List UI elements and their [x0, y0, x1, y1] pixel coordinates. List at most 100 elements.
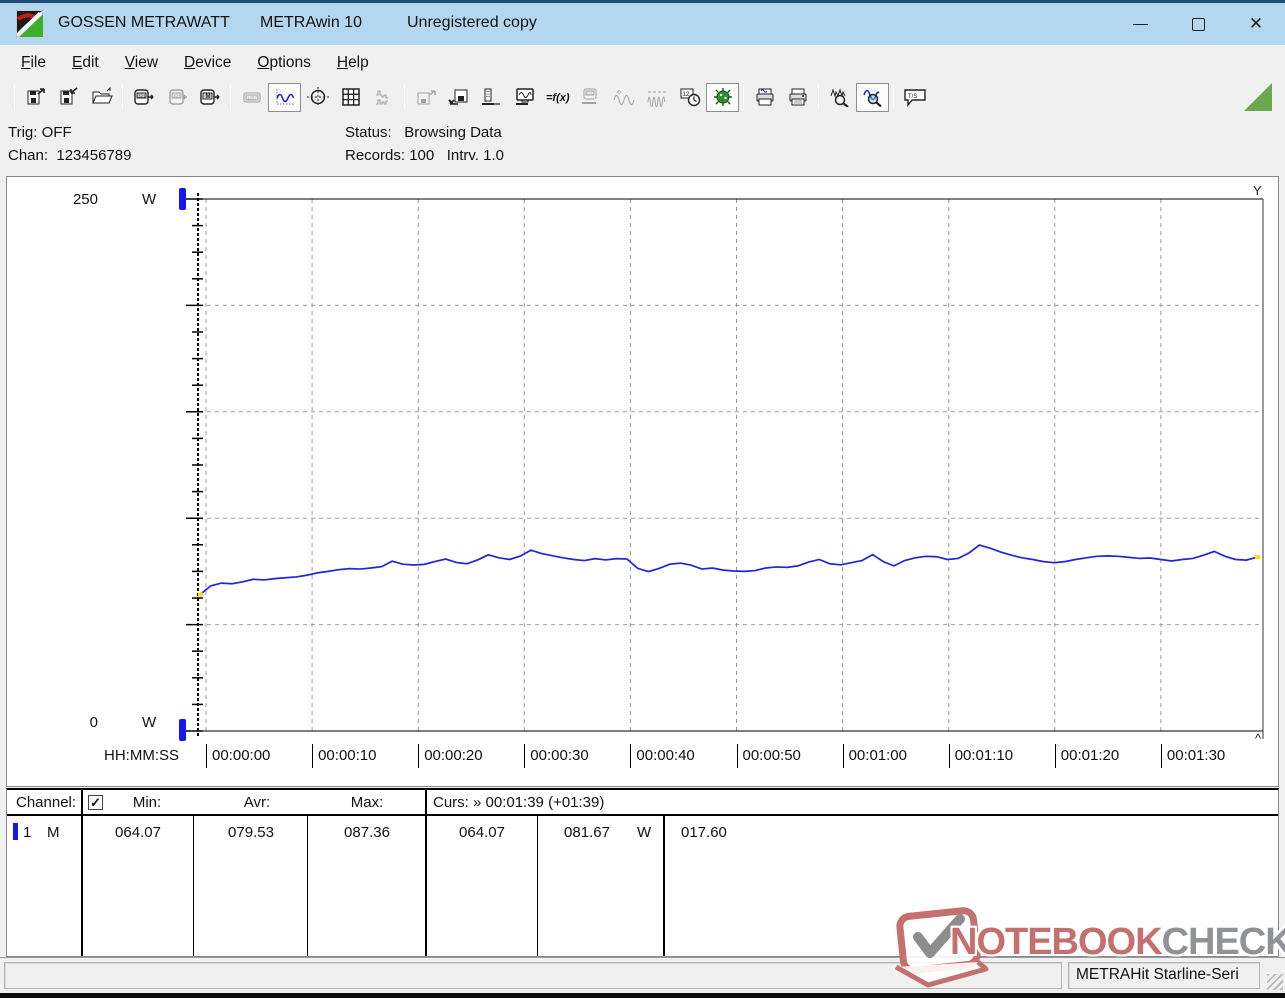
records-value: 100: [409, 147, 435, 164]
sine-mode-button: [607, 83, 640, 112]
header-min: Min:: [132, 794, 162, 811]
toolbar-separator: [818, 85, 819, 109]
column-divider: [307, 816, 308, 956]
device-list-icon: [481, 88, 500, 105]
zoom-wave-icon: [862, 89, 882, 107]
toolbar: 321 321 M 1257 =f(x) 321 12 T/S: [0, 80, 1285, 114]
monitor-wave-icon: [515, 88, 534, 105]
svg-text:=f(x): =f(x): [546, 92, 570, 104]
channel-color-marker: [13, 823, 18, 840]
clock-icon: 12: [680, 88, 700, 107]
x-axis-unit-label: HH:MM:SS: [104, 747, 179, 764]
formula-button[interactable]: =f(x): [541, 83, 574, 112]
titlebar: GOSSEN METRAWATT METRAwin 10 Unregistere…: [0, 3, 1285, 45]
power-trend-chart[interactable]: [7, 177, 1278, 786]
chart-panel[interactable]: 250 W 0 W Y ^ HH:MM:SS 00:00:00 00:00:10 0…: [6, 176, 1279, 787]
save-export-button[interactable]: [19, 83, 52, 112]
histogram-icon: [375, 90, 388, 105]
menu-file[interactable]: File: [8, 54, 59, 72]
status-label: Status:: [345, 124, 392, 141]
minimize-icon: [1132, 23, 1148, 25]
title-brand: GOSSEN METRAWATT: [58, 14, 230, 31]
channel-range-marker-top[interactable]: [179, 188, 186, 210]
scope-view-button[interactable]: [301, 83, 334, 112]
device-save-button[interactable]: [442, 83, 475, 112]
maximize-button[interactable]: [1169, 3, 1227, 45]
device-name: METRAHit Starline-Seri: [1076, 966, 1239, 983]
zoom-values-button[interactable]: [823, 83, 856, 112]
statusbar-message-panel: [4, 962, 1062, 989]
display-view-button: 1257: [235, 83, 268, 112]
row-avr-value: 079.53: [228, 824, 274, 841]
header-avr: Avr:: [243, 794, 271, 811]
device-config-button[interactable]: [475, 83, 508, 112]
annotation-button[interactable]: T/S: [898, 83, 931, 112]
close-icon: ✕: [1248, 14, 1264, 33]
status-value: Browsing Data: [404, 124, 502, 141]
channel-visible-checkbox[interactable]: ✓: [88, 795, 103, 810]
toolbar-separator: [122, 85, 123, 109]
table-view-button[interactable]: [334, 83, 367, 112]
resize-grip-triangle: [1244, 83, 1272, 111]
x-tick-label: 00:01:20: [1054, 744, 1119, 768]
print-button[interactable]: [781, 83, 814, 112]
open-file-button[interactable]: [85, 83, 118, 112]
meter-read-icon: 321: [133, 89, 154, 105]
menu-help[interactable]: Help: [324, 54, 382, 72]
x-tick-label: 00:01:10: [948, 744, 1013, 768]
y-axis-max-label: 250: [72, 191, 98, 208]
x-tick-label: 00:00:30: [524, 744, 589, 768]
menu-view[interactable]: View: [112, 54, 171, 72]
open-folder-icon: [91, 87, 113, 104]
svg-text:1257: 1257: [247, 96, 258, 101]
resize-grip[interactable]: [1267, 974, 1283, 990]
x-tick-label: 00:00:20: [418, 744, 483, 768]
toolbar-separator: [743, 85, 744, 109]
title-app: METRAwin 10: [260, 14, 362, 31]
zoom-curve-button[interactable]: [856, 82, 889, 112]
printer-icon: [789, 88, 806, 106]
channel-range-marker-bottom[interactable]: [179, 719, 186, 741]
read-device-button[interactable]: 321: [127, 83, 160, 112]
svg-text:321: 321: [586, 92, 592, 96]
minimize-button[interactable]: [1111, 3, 1169, 45]
menu-options[interactable]: Options: [244, 54, 323, 72]
menu-device[interactable]: Device: [171, 54, 244, 72]
x-tick-label: 00:00:10: [312, 744, 376, 768]
clock-schedule-button[interactable]: 12: [673, 83, 706, 112]
table-grid-icon: [341, 88, 360, 106]
menu-edit[interactable]: Edit: [59, 54, 112, 72]
chan-label: Chan:: [8, 147, 49, 164]
maximize-icon: [1191, 17, 1205, 31]
pc-transfer-button[interactable]: [508, 83, 541, 112]
line-chart-icon: [275, 89, 294, 105]
row-max-value: 087.36: [344, 824, 390, 841]
column-divider: [663, 816, 665, 956]
sine-wave-icon: [613, 90, 634, 105]
trig-label: Trig:: [8, 124, 38, 141]
device-floppy-icon: [447, 89, 467, 105]
x-axis-labels: HH:MM:SS 00:00:00 00:00:10 00:00:20 00:00:3…: [7, 744, 1280, 770]
chart-view-button[interactable]: [268, 82, 301, 112]
print-preview-button[interactable]: [748, 83, 781, 112]
svg-text:321: 321: [138, 94, 146, 99]
menu-bar: File Edit View Device Options Help: [0, 45, 1285, 80]
toolbar-separator: [893, 85, 894, 109]
write-device-button: 321: [160, 83, 193, 112]
save-import-button[interactable]: [52, 83, 85, 112]
close-button[interactable]: ✕: [1227, 3, 1285, 45]
display-icon: 1257: [243, 92, 260, 103]
read-memory-button[interactable]: M: [193, 83, 226, 112]
column-divider: [537, 816, 538, 956]
live-record-button[interactable]: [706, 82, 739, 112]
row-min-value: 064.07: [115, 824, 161, 841]
floppy-import-icon: [60, 87, 78, 105]
row-mode-flag: M: [47, 824, 60, 841]
checkmark-icon: ✓: [90, 795, 101, 810]
printer-preview-icon: [756, 88, 773, 106]
y-zoom-indicator-icon[interactable]: Y: [1253, 183, 1263, 198]
column-divider: [425, 790, 427, 956]
bug-timer-icon: [713, 88, 732, 106]
chan-value: 123456789: [56, 147, 132, 164]
svg-text:M: M: [205, 94, 210, 100]
